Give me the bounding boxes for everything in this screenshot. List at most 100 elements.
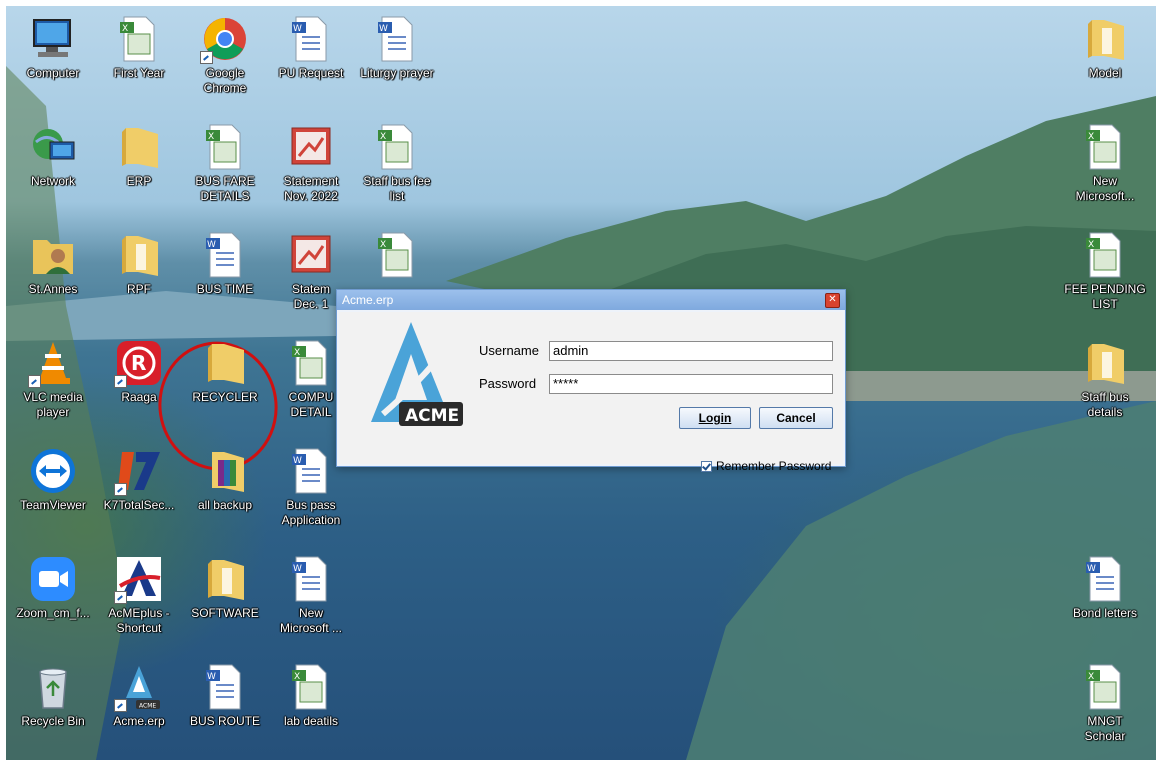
folder-icon	[200, 554, 250, 604]
desktop-icon-new-microsoft[interactable]: W New Microsoft ...	[268, 550, 354, 650]
desktop-icon-network[interactable]: Network	[10, 118, 96, 218]
svg-text:R: R	[131, 351, 146, 375]
desktop-icon-k7[interactable]: K7TotalSec...	[96, 442, 182, 542]
desktop-icon-erp[interactable]: ERP	[96, 118, 182, 218]
icon-label: RECYCLER	[192, 390, 258, 404]
archive-folder-icon	[200, 446, 250, 496]
icon-label: AcMEplus - Shortcut	[108, 606, 170, 635]
desktop-icon-new-microsoft-right[interactable]: X New Microsoft...	[1062, 118, 1148, 218]
username-input[interactable]: admin	[549, 341, 833, 361]
excel-document-icon: X	[1080, 230, 1130, 280]
icon-label: BUS FARE DETAILS	[195, 174, 255, 203]
login-dialog: Acme.erp ✕ ACME Username admin Password …	[336, 289, 846, 473]
excel-document-icon: X	[372, 230, 422, 280]
excel-document-icon: X	[1080, 662, 1130, 712]
word-document-icon: W	[286, 446, 336, 496]
excel-document-icon: X	[200, 122, 250, 172]
desktop-icon-recycle-bin[interactable]: Recycle Bin	[10, 658, 96, 758]
icon-label: BUS ROUTE	[189, 714, 260, 728]
folder-icon	[1080, 338, 1130, 388]
desktop-icon-all-backup[interactable]: all backup	[182, 442, 268, 542]
icon-label: ERP	[126, 174, 152, 188]
desktop-icon-staff-bus-details[interactable]: Staff bus details	[1062, 334, 1148, 434]
icon-label: Google Chrome	[203, 66, 247, 95]
desktop-icon-acme-erp[interactable]: ACME Acme.erp	[96, 658, 182, 758]
folder-icon	[114, 230, 164, 280]
desktop-icon-mngt-scholar[interactable]: X MNGT Scholar	[1062, 658, 1148, 758]
svg-text:X: X	[122, 24, 128, 34]
shortcut-arrow-icon	[200, 51, 213, 64]
shortcut-arrow-icon	[114, 699, 127, 712]
password-input[interactable]: *****	[549, 374, 833, 394]
computer-icon	[28, 14, 78, 64]
icon-label: First Year	[113, 66, 165, 80]
desktop-icon-computer[interactable]: Computer	[10, 10, 96, 110]
desktop-icon-bus-fare[interactable]: X BUS FARE DETAILS	[182, 118, 268, 218]
svg-text:X: X	[1088, 672, 1094, 682]
icon-label: VLC media player	[23, 390, 83, 419]
desktop-icon-model[interactable]: Model	[1062, 10, 1148, 110]
desktop-icon-liturgy[interactable]: W Liturgy prayer	[354, 10, 440, 110]
desktop-icon-lab-details[interactable]: X lab deatils	[268, 658, 354, 758]
desktop-icon-bond-letters[interactable]: W Bond letters	[1062, 550, 1148, 650]
icon-label: New Microsoft...	[1075, 174, 1135, 203]
svg-text:X: X	[294, 348, 300, 358]
icon-label: Computer	[26, 66, 80, 80]
login-button[interactable]: Login	[679, 407, 751, 429]
svg-text:W: W	[207, 672, 216, 682]
word-document-icon: W	[200, 230, 250, 280]
excel-document-icon: X	[286, 662, 336, 712]
chrome-icon	[200, 14, 250, 64]
raaga-app-icon: R	[114, 338, 164, 388]
desktop-icon-pu-request[interactable]: W PU Request	[268, 10, 354, 110]
shortcut-arrow-icon	[114, 483, 127, 496]
desktop: Computer Network St.Annes VLC media play…	[6, 6, 1156, 760]
desktop-icon-chrome[interactable]: Google Chrome	[182, 10, 268, 110]
desktop-icon-first-year[interactable]: X First Year	[96, 10, 182, 110]
desktop-icon-zoom[interactable]: Zoom_cm_f...	[10, 550, 96, 650]
dialog-title-bar[interactable]: Acme.erp ✕	[337, 290, 845, 310]
acmeplus-logo-icon	[114, 554, 164, 604]
network-globe-icon	[28, 122, 78, 172]
icon-label: Staff bus details	[1081, 390, 1129, 419]
desktop-icon-teamviewer[interactable]: TeamViewer	[10, 442, 96, 542]
dialog-title: Acme.erp	[342, 293, 394, 307]
desktop-icon-statement-nov[interactable]: Statement Nov. 2022	[268, 118, 354, 218]
acme-erp-icon: ACME	[114, 662, 164, 712]
desktop-icon-fee-pending[interactable]: X FEE PENDING LIST	[1062, 226, 1148, 326]
icon-label: Acme.erp	[113, 714, 165, 728]
svg-text:W: W	[293, 456, 302, 466]
desktop-icon-acmeplus[interactable]: AcMEplus - Shortcut	[96, 550, 182, 650]
icon-label: Network	[30, 174, 75, 188]
desktop-icon-staff-bus-fee[interactable]: X Staff bus fee list	[354, 118, 440, 218]
close-button[interactable]: ✕	[825, 293, 840, 308]
desktop-icon-recycler[interactable]: RECYCLER	[182, 334, 268, 434]
desktop-icon-bus-time[interactable]: W BUS TIME	[182, 226, 268, 326]
acme-logo: ACME	[371, 322, 463, 426]
desktop-icon-software[interactable]: SOFTWARE	[182, 550, 268, 650]
icon-label: Statement Nov. 2022	[283, 174, 339, 203]
desktop-icon-rpf[interactable]: RPF	[96, 226, 182, 326]
icon-label: BUS TIME	[196, 282, 254, 296]
icon-label: Model	[1088, 66, 1122, 80]
remember-password-checkbox[interactable]: Remember Password	[701, 459, 831, 473]
icon-label: RPF	[127, 282, 151, 296]
svg-text:W: W	[207, 240, 216, 250]
svg-text:W: W	[293, 564, 302, 574]
icon-label: Zoom_cm_f...	[16, 606, 90, 620]
powerpoint-document-icon	[286, 230, 336, 280]
shortcut-arrow-icon	[28, 375, 41, 388]
desktop-icon-st-annes[interactable]: St.Annes	[10, 226, 96, 326]
zoom-camera-icon	[28, 554, 78, 604]
cancel-button[interactable]: Cancel	[759, 407, 833, 429]
svg-text:W: W	[1087, 564, 1096, 574]
svg-text:X: X	[294, 672, 300, 682]
desktop-icon-raaga[interactable]: R Raaga	[96, 334, 182, 434]
icon-label: Recycle Bin	[21, 714, 85, 728]
icon-label: SOFTWARE	[191, 606, 259, 620]
icon-label: Bond letters	[1072, 606, 1138, 620]
desktop-icon-bus-route[interactable]: W BUS ROUTE	[182, 658, 268, 758]
word-document-icon: W	[372, 14, 422, 64]
desktop-icon-vlc[interactable]: VLC media player	[10, 334, 96, 434]
folder-icon	[200, 338, 250, 388]
